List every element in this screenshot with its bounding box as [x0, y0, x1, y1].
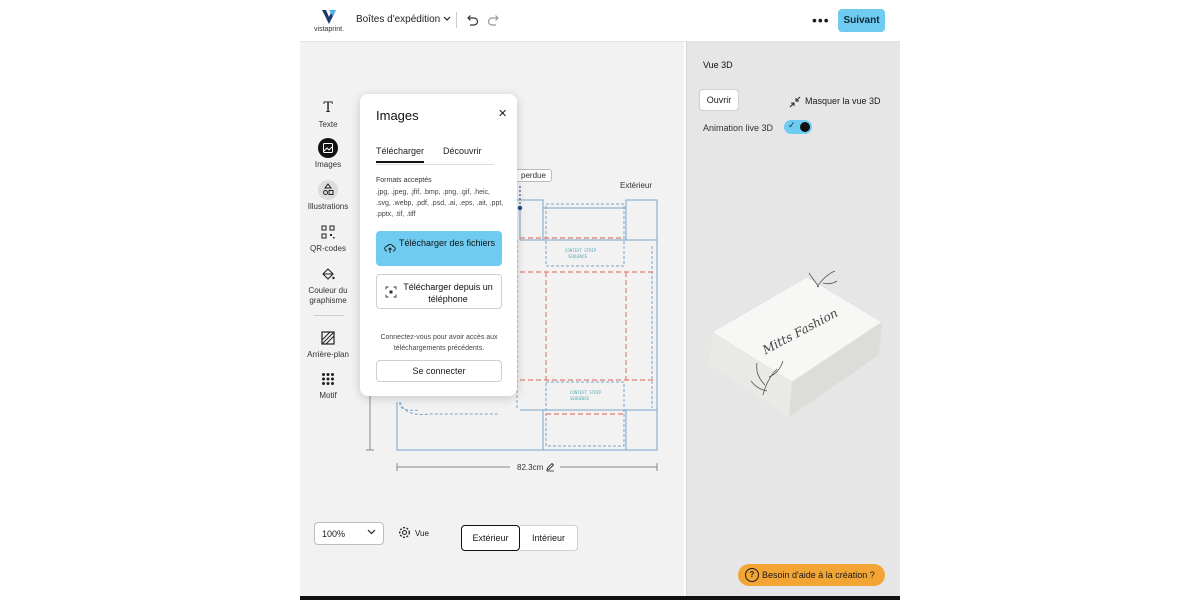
- toggle-knob: [800, 122, 810, 132]
- question-icon: ?: [745, 568, 759, 582]
- tool-images-label: Images: [314, 160, 342, 169]
- upload-files-label: Télécharger des fichiers: [398, 238, 496, 248]
- tool-text-label: Texte: [318, 120, 338, 129]
- tab-discover[interactable]: Découvrir: [443, 146, 482, 156]
- chevron-down-icon: [367, 529, 376, 535]
- tool-background[interactable]: Arrière-plan: [300, 328, 356, 360]
- upload-files-button[interactable]: Télécharger des fichiers: [376, 231, 502, 266]
- tool-illustrations-label: Illustrations: [307, 202, 349, 211]
- preview-3d-title: Vue 3D: [703, 60, 733, 70]
- scan-phone-icon: [385, 286, 397, 298]
- preview-3d-panel: Vue 3D Ouvrir Masquer la vue 3D Animatio…: [686, 42, 900, 600]
- help-button[interactable]: ? Besoin d'aide à la création ?: [738, 564, 885, 586]
- box-3d-preview[interactable]: Mitts Fashion: [707, 257, 887, 417]
- logo-mark-icon: [322, 10, 336, 24]
- animation-label: Animation live 3D: [703, 123, 774, 133]
- gear-icon: [399, 527, 410, 538]
- toolbar-divider: [456, 12, 457, 28]
- upload-from-phone-button[interactable]: Télécharger depuis un téléphone: [376, 274, 502, 309]
- bottom-edge: [300, 596, 900, 600]
- image-icon: [300, 138, 356, 158]
- tab-interior[interactable]: Intérieur: [520, 525, 578, 551]
- checkmark-icon: ✓: [788, 120, 796, 130]
- cloud-upload-icon: [384, 244, 396, 253]
- hide-3d-label: Masquer la vue 3D: [805, 96, 881, 106]
- close-icon[interactable]: ✕: [498, 107, 507, 120]
- background-icon: [300, 328, 356, 348]
- text-icon: T: [323, 100, 333, 116]
- formats-title: Formats acceptés: [376, 177, 432, 184]
- top-bar: vistaprint. Boîtes d'expédition ••• Suiv…: [300, 0, 900, 42]
- zoom-value: 100%: [322, 529, 346, 539]
- redo-icon[interactable]: [486, 12, 502, 28]
- open-3d-button[interactable]: Ouvrir: [699, 89, 739, 111]
- animation-toggle[interactable]: ✓: [784, 120, 812, 134]
- width-dimension-label: 82.3cm: [514, 463, 547, 472]
- qr-code-icon: [300, 222, 356, 242]
- tab-upload[interactable]: Télécharger: [376, 146, 425, 163]
- logo-text: vistaprint.: [314, 26, 344, 33]
- tab-exterior[interactable]: Extérieur: [461, 525, 520, 551]
- pencil-icon[interactable]: [545, 462, 555, 472]
- svg-text:CONTEXT STRIP: CONTEXT STRIP: [570, 390, 602, 395]
- svg-text:SEQUENCE: SEQUENCE: [568, 254, 588, 259]
- collapse-arrows-icon: [789, 96, 801, 108]
- chevron-down-icon: [443, 16, 451, 21]
- document-title-dropdown[interactable]: Boîtes d'expédition: [356, 14, 451, 25]
- tool-qr-codes[interactable]: QR-codes: [300, 222, 356, 254]
- design-canvas-area: T Texte Images Illustrations QR-codes Co…: [300, 42, 684, 600]
- tool-background-label: Arrière-plan: [307, 350, 349, 359]
- tool-text[interactable]: T Texte: [300, 98, 356, 130]
- tool-illustrations[interactable]: Illustrations: [300, 180, 356, 212]
- bleed-label: perdue: [515, 169, 552, 182]
- hide-3d-button[interactable]: Masquer la vue 3D: [789, 95, 881, 109]
- shapes-icon: [300, 180, 356, 200]
- view-settings-button[interactable]: Vue: [398, 526, 429, 542]
- view-label: Vue: [415, 529, 429, 538]
- tool-color-label: Couleur du graphisme: [308, 286, 348, 305]
- help-label: Besoin d'aide à la création ?: [762, 570, 875, 580]
- tool-images[interactable]: Images: [300, 138, 356, 170]
- tool-qr-codes-label: QR-codes: [309, 244, 346, 253]
- images-panel-title: Images: [376, 108, 419, 123]
- tabs-divider: [376, 164, 494, 165]
- formats-list: .jpg, .jpeg, .jfif, .bmp, .png, .gif, .h…: [376, 189, 504, 218]
- tool-pattern-label: Motif: [319, 391, 337, 400]
- vistaprint-logo[interactable]: vistaprint.: [312, 8, 346, 36]
- document-title: Boîtes d'expédition: [356, 14, 441, 25]
- login-button[interactable]: Se connecter: [376, 360, 502, 382]
- zoom-select[interactable]: 100%: [314, 522, 384, 545]
- editor-app: vistaprint. Boîtes d'expédition ••• Suiv…: [300, 0, 900, 600]
- exterior-side-label: Extérieur: [620, 181, 653, 190]
- tool-color[interactable]: Couleur du graphisme: [300, 264, 356, 306]
- svg-text:CONTEXT STRIP: CONTEXT STRIP: [565, 248, 597, 253]
- next-button[interactable]: Suivant: [838, 9, 885, 32]
- paint-bucket-icon: [300, 264, 356, 284]
- tool-pattern[interactable]: Motif: [300, 369, 356, 401]
- upload-from-phone-label: Télécharger depuis un téléphone: [403, 282, 493, 304]
- sidebar-divider: [314, 315, 344, 316]
- svg-text:SEQUENCE: SEQUENCE: [570, 396, 590, 401]
- images-panel: Images ✕ Télécharger Découvrir Formats a…: [360, 94, 517, 396]
- more-options-icon[interactable]: •••: [812, 12, 830, 28]
- undo-icon[interactable]: [464, 12, 480, 28]
- login-note: Connectez-vous pour avoir accès aux télé…: [380, 334, 498, 352]
- pattern-icon: [300, 369, 356, 389]
